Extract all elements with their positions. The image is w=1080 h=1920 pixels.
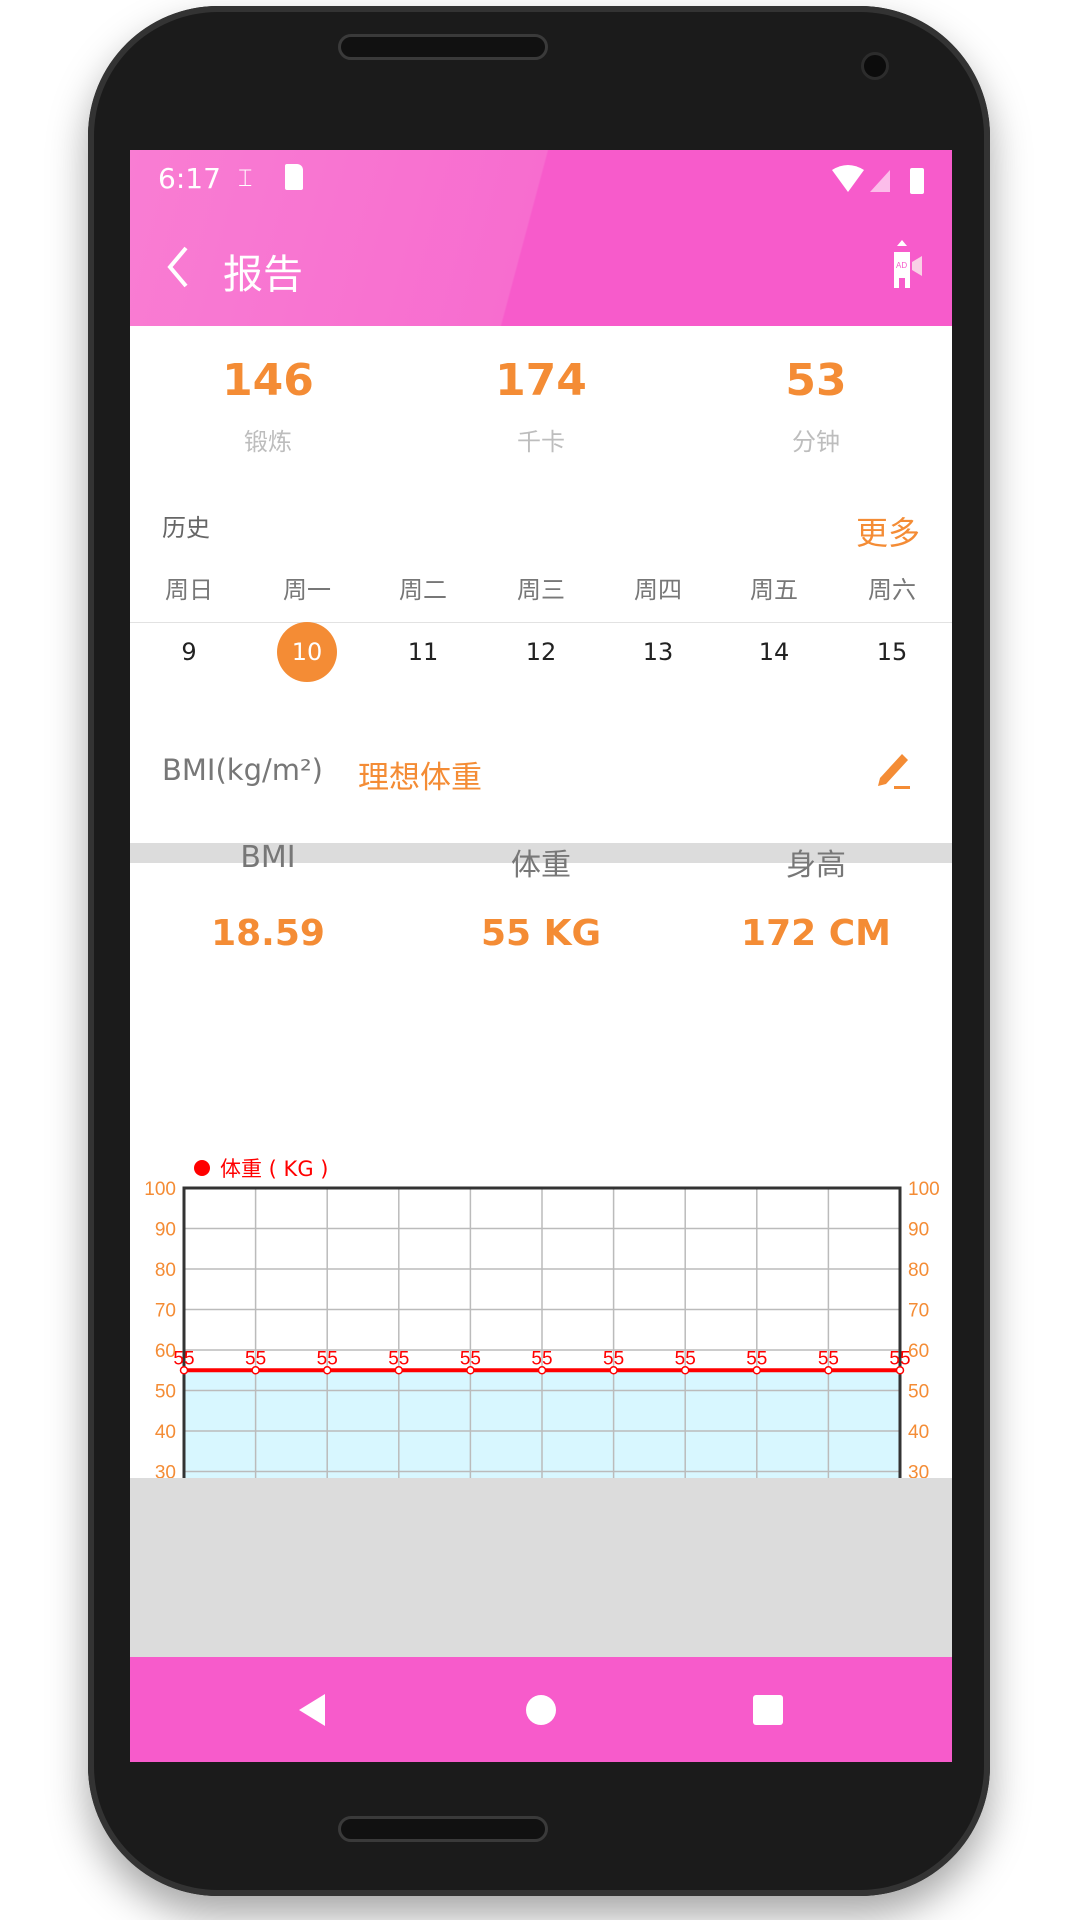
data-label: 55 [818,1348,839,1369]
date-item[interactable]: 9 [159,622,219,682]
top-speaker [338,34,548,60]
battery-icon [910,168,924,194]
y-tick-left: 100 [144,1179,176,1200]
nav-back-icon [299,1694,325,1726]
nav-back-button[interactable] [295,1692,329,1728]
y-tick-right: 30 [908,1463,929,1479]
bmi-label: BMI [240,840,296,875]
stat-minutes-value: 53 [785,355,847,406]
y-tick-right: 40 [908,1422,929,1443]
data-label: 55 [317,1348,338,1369]
chevron-left-icon [167,246,188,288]
bmi-title: BMI(kg/m²) [162,753,323,787]
y-tick-right: 50 [908,1382,929,1403]
front-camera [861,52,889,80]
data-label: 55 [245,1348,266,1369]
svg-text:AD: AD [896,261,907,270]
back-button[interactable] [164,244,190,290]
sd-card-icon [285,164,303,190]
weight-value: 55 KG [480,913,602,954]
status-icons [832,165,924,194]
status-time: 6:17 [158,162,221,195]
stat-kcal-label: 千卡 [517,428,565,456]
date-item[interactable]: 14 [744,622,804,682]
data-label: 55 [889,1348,910,1369]
stat-minutes-label: 分钟 [792,428,840,456]
signal-icon [870,170,890,192]
date-number: 12 [525,638,557,666]
y-tick-right: 60 [908,1341,929,1362]
y-tick-left: 50 [155,1382,176,1403]
data-label: 55 [746,1348,767,1369]
data-label: 55 [388,1348,409,1369]
bmi-value: 18.59 [211,913,325,954]
stat-kcal-value: 174 [495,355,587,406]
weekday-label: 周五 [750,576,798,604]
weekday-label: 周二 [399,576,447,604]
date-number: 10 [291,638,323,666]
weekday-label: 周四 [634,576,682,604]
bottom-speaker [338,1816,548,1842]
more-link[interactable]: 更多 [856,508,920,554]
y-tick-left: 40 [155,1422,176,1443]
nav-recents-button[interactable] [753,1695,783,1725]
data-label: 55 [675,1348,696,1369]
weekday-label: 周六 [868,576,916,604]
date-item[interactable]: 12 [511,622,571,682]
navigation-bar [130,1657,952,1762]
data-label: 55 [531,1348,552,1369]
date-number: 9 [181,638,197,666]
y-tick-right: 80 [908,1260,929,1281]
data-label: 55 [173,1348,194,1369]
y-tick-left: 30 [155,1463,176,1479]
y-tick-right: 70 [908,1301,929,1322]
weekday-label: 周日 [165,576,213,604]
debug-icon: ⌶ [238,164,253,192]
stat-workouts-value: 146 [222,355,314,406]
weight-chart: 0010102020303040405050606070708080909010… [144,1157,940,1479]
date-item[interactable]: 15 [862,622,922,682]
y-tick-right: 100 [908,1179,940,1200]
data-label: 55 [603,1348,624,1369]
status-bar: 6:17 ⌶ [130,150,952,209]
app-bar: 6:17 ⌶ 报告 AD [130,150,952,326]
stat-workouts-label: 锻炼 [244,428,292,456]
date-number: 13 [642,638,674,666]
page-title: 报告 [223,252,303,298]
weekday-label: 周一 [283,576,331,604]
date-item[interactable]: 11 [393,622,453,682]
legend-marker-icon [194,1160,210,1176]
history-title: 历史 [162,514,210,542]
weekday-label: 周三 [517,576,565,604]
weight-label: 体重 [511,848,571,883]
nav-home-button[interactable] [526,1695,556,1725]
data-label: 55 [460,1348,481,1369]
y-tick-left: 70 [155,1301,176,1322]
y-tick-right: 90 [908,1220,929,1241]
wifi-off-icon [832,165,864,192]
edit-button[interactable] [874,746,914,790]
legend-label: 体重 ( KG ) [220,1157,328,1181]
pencil-icon [878,754,908,786]
date-selected[interactable]: 10 [277,622,337,682]
y-tick-left: 80 [155,1260,176,1281]
date-item[interactable]: 13 [628,622,688,682]
ad-button[interactable]: AD [888,238,928,294]
height-label: 身高 [786,848,846,883]
screen: 6:17 ⌶ 报告 AD 146 锻炼 174 千卡 53 分钟 历史 更多 周… [130,150,952,1762]
ideal-weight-link[interactable]: 理想体重 [358,752,482,797]
date-number: 14 [758,638,790,666]
date-number: 15 [876,638,908,666]
y-tick-left: 90 [155,1220,176,1241]
height-value: 172 CM [741,913,891,954]
date-number: 11 [407,638,439,666]
